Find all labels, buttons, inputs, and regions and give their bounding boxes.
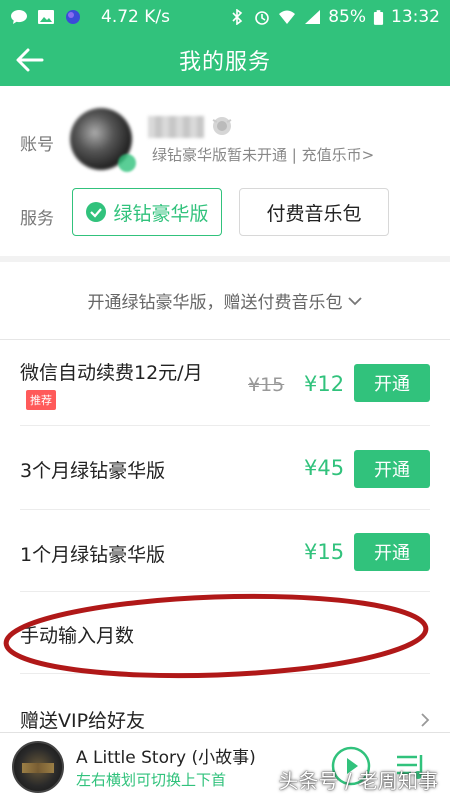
service-label: 服务	[20, 209, 54, 229]
account-status-link[interactable]: 绿钻豪华版暂未开通 | 充值乐币>	[152, 144, 374, 165]
recommend-badge: 推荐	[26, 390, 56, 410]
chat-bubble-icon	[11, 10, 27, 24]
plan-price: ¥45	[304, 456, 345, 480]
promo-banner-text: 开通绿钻豪华版，赠送付费音乐包	[87, 293, 343, 313]
plan-old-price: ¥15	[248, 374, 285, 396]
plan-name: 1个月绿钻豪华版	[20, 544, 166, 566]
album-art[interactable]	[12, 741, 64, 793]
plan-name: 3个月绿钻豪华版	[20, 460, 166, 482]
plan-price: ¥15	[304, 540, 345, 564]
open-button[interactable]: 开通	[354, 364, 430, 402]
chevron-down-icon	[347, 296, 362, 305]
app-orb-icon	[66, 10, 80, 24]
back-arrow-icon[interactable]	[14, 46, 46, 74]
network-speed: 4.72 K/s	[101, 7, 170, 27]
account-card: 账号 绿钻豪华版暂未开通 | 充值乐币> 服务 绿钻豪华版 付费音乐包	[0, 86, 450, 256]
chevron-right-icon	[421, 713, 430, 727]
promo-banner[interactable]: 开通绿钻豪华版，赠送付费音乐包	[0, 262, 450, 340]
plan-row-3-month: 3个月绿钻豪华版 ¥45 开通	[20, 426, 430, 510]
account-label: 账号	[20, 135, 54, 155]
service-music-pack-label: 付费音乐包	[266, 202, 362, 225]
check-circle-icon	[86, 202, 107, 222]
plan-name: 微信自动续费12元/月	[20, 362, 203, 384]
image-icon	[38, 10, 54, 24]
service-music-pack-button[interactable]: 付费音乐包	[239, 188, 389, 236]
service-green-diamond-label: 绿钻豪华版	[113, 202, 209, 225]
battery-percent: 85%	[328, 7, 366, 27]
watermark: 头条号 / 老周知事	[278, 769, 438, 793]
avatar-badge	[118, 154, 136, 172]
battery-icon	[373, 9, 384, 25]
mini-player[interactable]: A Little Story (小故事) 左右横划可切换上下首 头条号 / 老周…	[0, 732, 450, 800]
manual-months-label: 手动输入月数	[20, 625, 135, 647]
status-bar: 4.72 K/s 85% 13:32	[0, 0, 450, 34]
plans-card: 开通绿钻豪华版，赠送付费音乐包 微信自动续费12元/月 推荐 ¥15 ¥12 开…	[0, 262, 450, 800]
username-blurred	[148, 116, 204, 138]
title-bar: 我的服务	[0, 34, 450, 86]
plan-row-wechat-auto: 微信自动续费12元/月 推荐 ¥15 ¥12 开通	[20, 340, 430, 426]
signal-icon	[305, 10, 321, 24]
open-button[interactable]: 开通	[354, 533, 430, 571]
swipe-hint: 左右横划可切换上下首	[76, 771, 227, 789]
song-title: A Little Story (小故事)	[76, 748, 256, 768]
manual-months-row[interactable]: 手动输入月数	[20, 592, 430, 674]
bluetooth-icon	[232, 9, 243, 25]
gift-vip-label: 赠送VIP给好友	[20, 710, 146, 732]
plan-price: ¥12	[304, 372, 345, 396]
open-button[interactable]: 开通	[354, 450, 430, 488]
page-title: 我的服务	[178, 50, 271, 75]
vip-level-icon	[212, 117, 232, 135]
service-green-diamond-button[interactable]: 绿钻豪华版	[72, 188, 222, 236]
wifi-icon	[279, 10, 296, 24]
clock: 13:32	[391, 7, 440, 27]
plan-row-1-month: 1个月绿钻豪华版 ¥15 开通	[20, 510, 430, 592]
alarm-icon	[255, 11, 270, 25]
